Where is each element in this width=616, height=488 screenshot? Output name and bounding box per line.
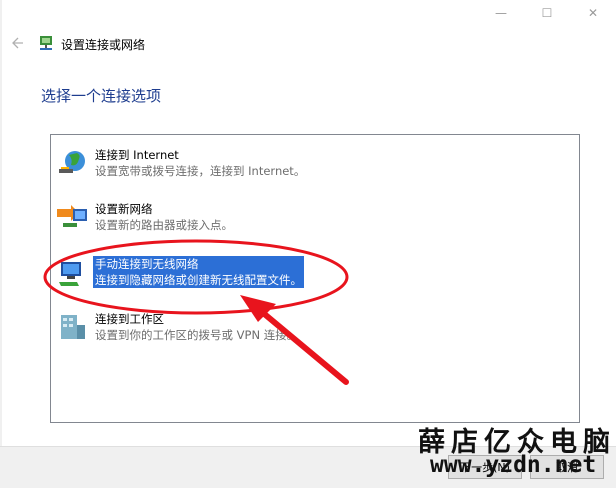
connection-options-list: 连接到 Internet 设置宽带或拨号连接，连接到 Internet。 设置新…	[50, 134, 580, 423]
workplace-icon	[55, 311, 91, 343]
page-heading: 选择一个连接选项	[41, 87, 162, 105]
option-description: 设置到你的工作区的拨号或 VPN 连接。	[95, 328, 299, 342]
option-manual-wireless[interactable]: 手动连接到无线网络 连接到隐藏网络或创建新无线配置文件。	[53, 256, 304, 288]
close-button[interactable]: ✕	[570, 0, 616, 26]
option-title: 设置新网络	[95, 202, 153, 216]
wireless-network-icon	[55, 256, 91, 288]
window-left-edge	[0, 0, 2, 487]
caption-buttons: — ☐ ✕	[478, 0, 616, 26]
option-title: 连接到工作区	[95, 312, 164, 326]
option-description: 设置宽带或拨号连接，连接到 Internet。	[95, 164, 306, 178]
network-setup-icon	[37, 34, 55, 52]
option-setup-new-network[interactable]: 设置新网络 设置新的路由器或接入点。	[53, 201, 235, 233]
option-title: 手动连接到无线网络	[93, 256, 304, 272]
maximize-button[interactable]: ☐	[524, 0, 570, 26]
option-connect-internet[interactable]: 连接到 Internet 设置宽带或拨号连接，连接到 Internet。	[53, 147, 307, 179]
watermark-url: www.yzdn.net	[430, 452, 597, 478]
option-connect-workplace[interactable]: 连接到工作区 设置到你的工作区的拨号或 VPN 连接。	[53, 311, 300, 343]
back-arrow-icon[interactable]	[10, 35, 24, 49]
setup-connection-window: — ☐ ✕ 设置连接或网络 选择一个连接选项 连接到 Internet 设置宽带…	[0, 0, 616, 488]
option-description: 连接到隐藏网络或创建新无线配置文件。	[93, 272, 304, 288]
minimize-button[interactable]: —	[478, 0, 524, 26]
option-title: 连接到 Internet	[95, 148, 179, 162]
option-description: 设置新的路由器或接入点。	[95, 218, 233, 232]
window-title: 设置连接或网络	[61, 38, 146, 52]
globe-network-icon	[55, 147, 91, 179]
new-network-icon	[55, 201, 91, 233]
